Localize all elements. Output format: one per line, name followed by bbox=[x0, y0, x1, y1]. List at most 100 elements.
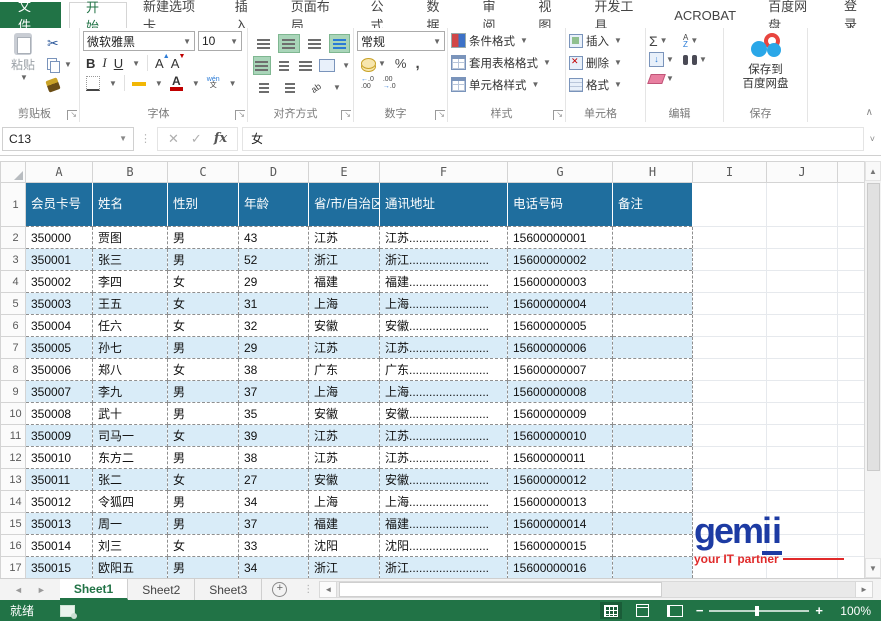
table-header-A[interactable]: 会员卡号 bbox=[26, 183, 93, 227]
column-header-F[interactable]: F bbox=[380, 162, 508, 183]
empty-cell[interactable] bbox=[767, 315, 838, 337]
column-header-J[interactable]: J bbox=[767, 162, 838, 183]
cell-B15[interactable]: 周一 bbox=[93, 513, 168, 535]
cell-G11[interactable]: 15600000010 bbox=[508, 425, 613, 447]
cell-A13[interactable]: 350011 bbox=[26, 469, 93, 491]
cell-F6[interactable]: 安徽........................ bbox=[380, 315, 508, 337]
formula-input[interactable]: 女 bbox=[242, 127, 864, 151]
tab-file[interactable]: 文件 bbox=[0, 2, 61, 28]
cell-D8[interactable]: 38 bbox=[239, 359, 309, 381]
select-all-corner[interactable] bbox=[1, 162, 26, 183]
row-header-9[interactable]: 9 bbox=[1, 381, 26, 403]
column-header-E[interactable]: E bbox=[309, 162, 380, 183]
empty-cell[interactable] bbox=[693, 293, 767, 315]
cell-D17[interactable]: 34 bbox=[239, 557, 309, 579]
number-dialog-launcher[interactable]: ↘ bbox=[435, 110, 445, 120]
empty-cell[interactable] bbox=[767, 337, 838, 359]
cell-D6[interactable]: 32 bbox=[239, 315, 309, 337]
expand-formula-bar-icon[interactable]: ˅ bbox=[864, 134, 881, 144]
merge-center-button[interactable] bbox=[318, 56, 336, 75]
table-header-G[interactable]: 电话号码 bbox=[508, 183, 613, 227]
format-painter-button[interactable] bbox=[47, 77, 76, 93]
cell-E3[interactable]: 浙江 bbox=[309, 249, 380, 271]
cell-A6[interactable]: 350004 bbox=[26, 315, 93, 337]
row-header-4[interactable]: 4 bbox=[1, 271, 26, 293]
cell-B2[interactable]: 贾图 bbox=[93, 227, 168, 249]
empty-cell[interactable] bbox=[693, 447, 767, 469]
cell-B4[interactable]: 李四 bbox=[93, 271, 168, 293]
decrease-indent-button[interactable] bbox=[253, 78, 275, 97]
empty-cell[interactable] bbox=[693, 249, 767, 271]
save-to-baidu-button[interactable]: 保存到百度网盘 bbox=[727, 31, 804, 91]
paste-dropdown-icon[interactable]: ▼ bbox=[5, 73, 43, 82]
align-center-button[interactable] bbox=[275, 56, 293, 75]
cell-A12[interactable]: 350010 bbox=[26, 447, 93, 469]
cell-B5[interactable]: 王五 bbox=[93, 293, 168, 315]
tab-开始[interactable]: 开始 bbox=[69, 2, 127, 28]
page-layout-view-button[interactable] bbox=[632, 602, 654, 619]
cell-D4[interactable]: 29 bbox=[239, 271, 309, 293]
cell-H13[interactable] bbox=[613, 469, 693, 491]
add-sheet-button[interactable]: + bbox=[262, 579, 297, 600]
cell-D10[interactable]: 35 bbox=[239, 403, 309, 425]
cut-button[interactable]: ✂ bbox=[47, 35, 76, 51]
autosum-button[interactable]: Σ▼ bbox=[649, 33, 683, 49]
cell-D9[interactable]: 37 bbox=[239, 381, 309, 403]
column-header-D[interactable]: D bbox=[239, 162, 309, 183]
empty-cell[interactable] bbox=[767, 227, 838, 249]
cell-C7[interactable]: 男 bbox=[168, 337, 239, 359]
empty-cell[interactable] bbox=[767, 249, 838, 271]
zoom-out-icon[interactable]: − bbox=[696, 603, 704, 618]
fill-color-button[interactable] bbox=[132, 81, 146, 86]
cell-D13[interactable]: 27 bbox=[239, 469, 309, 491]
percent-style-button[interactable]: % bbox=[395, 56, 407, 71]
splitter-dots[interactable]: ⋮ bbox=[297, 579, 319, 600]
tab-视图[interactable]: 视图 bbox=[522, 2, 578, 28]
find-select-button[interactable]: ▼ bbox=[683, 55, 717, 65]
zoom-level[interactable]: 100% bbox=[833, 604, 871, 618]
login-link[interactable]: 登录 bbox=[832, 0, 881, 28]
empty-cell[interactable] bbox=[838, 425, 865, 447]
clear-button[interactable]: ▼ bbox=[649, 74, 683, 84]
cell-C17[interactable]: 男 bbox=[168, 557, 239, 579]
cell-G17[interactable]: 15600000016 bbox=[508, 557, 613, 579]
cell-G2[interactable]: 15600000001 bbox=[508, 227, 613, 249]
cell-D2[interactable]: 43 bbox=[239, 227, 309, 249]
cell-C2[interactable]: 男 bbox=[168, 227, 239, 249]
cell-E10[interactable]: 安徽 bbox=[309, 403, 380, 425]
row-header-5[interactable]: 5 bbox=[1, 293, 26, 315]
cell-F15[interactable]: 福建........................ bbox=[380, 513, 508, 535]
number-format-select[interactable]: 常规▼ bbox=[357, 31, 445, 51]
cell-A11[interactable]: 350009 bbox=[26, 425, 93, 447]
insert-function-icon[interactable]: fx bbox=[214, 131, 227, 146]
cell-H6[interactable] bbox=[613, 315, 693, 337]
cell-C15[interactable]: 男 bbox=[168, 513, 239, 535]
empty-cell[interactable] bbox=[838, 447, 865, 469]
cell-E16[interactable]: 沈阳 bbox=[309, 535, 380, 557]
zoom-slider[interactable] bbox=[709, 610, 809, 612]
empty-cell[interactable] bbox=[767, 425, 838, 447]
cell-A15[interactable]: 350013 bbox=[26, 513, 93, 535]
cell-G4[interactable]: 15600000003 bbox=[508, 271, 613, 293]
table-header-H[interactable]: 备注 bbox=[613, 183, 693, 227]
tab-页面布局[interactable]: 页面布局 bbox=[275, 2, 355, 28]
cell-G16[interactable]: 15600000015 bbox=[508, 535, 613, 557]
cell-B13[interactable]: 张二 bbox=[93, 469, 168, 491]
collapse-ribbon-icon[interactable]: ∧ bbox=[866, 107, 873, 118]
empty-cell[interactable] bbox=[838, 227, 865, 249]
cell-F2[interactable]: 江苏........................ bbox=[380, 227, 508, 249]
cell-C13[interactable]: 女 bbox=[168, 469, 239, 491]
tab-数据[interactable]: 数据 bbox=[411, 2, 467, 28]
cell-E13[interactable]: 安徽 bbox=[309, 469, 380, 491]
font-dialog-launcher[interactable]: ↘ bbox=[235, 110, 245, 120]
cell-A16[interactable]: 350014 bbox=[26, 535, 93, 557]
increase-decimal-button[interactable]: ←.0.00 bbox=[361, 76, 374, 90]
zoom-slider-thumb[interactable] bbox=[755, 606, 759, 616]
sort-filter-button[interactable]: AZ▼ bbox=[683, 34, 717, 48]
cell-E15[interactable]: 福建 bbox=[309, 513, 380, 535]
borders-icon[interactable] bbox=[86, 76, 100, 91]
cell-D15[interactable]: 37 bbox=[239, 513, 309, 535]
tab-ACROBAT[interactable]: ACROBAT bbox=[658, 2, 752, 28]
empty-cell[interactable] bbox=[693, 271, 767, 293]
cell-styles-button[interactable]: 单元格样式▼ bbox=[451, 75, 562, 94]
